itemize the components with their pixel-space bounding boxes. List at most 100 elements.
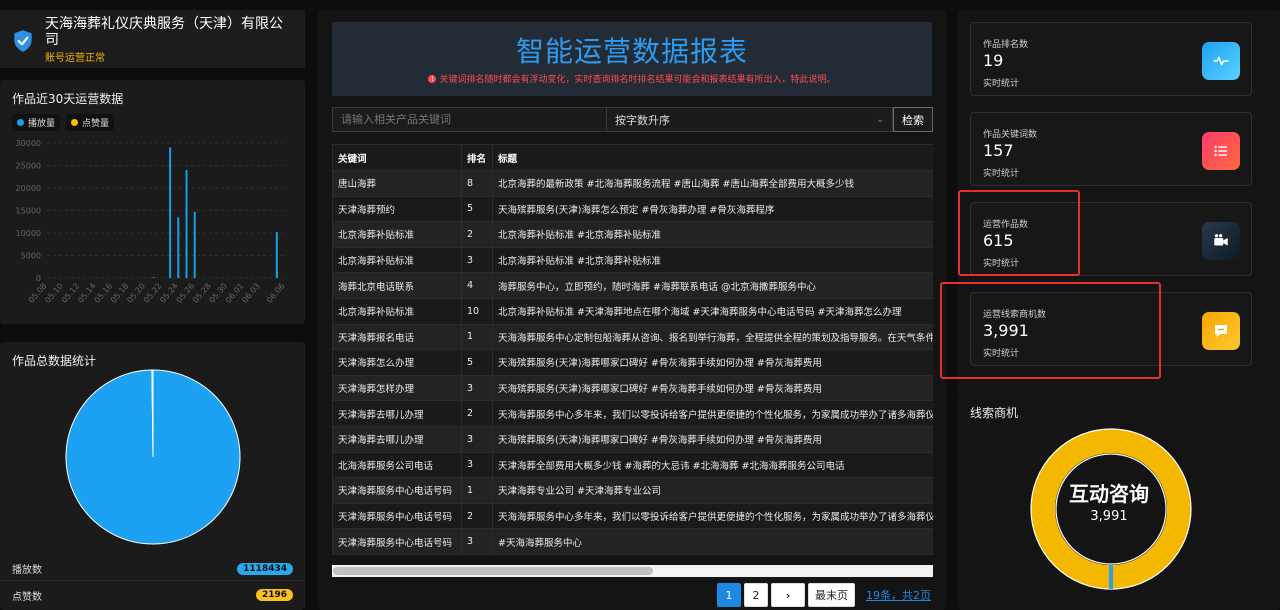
sort-select-value: 按字数升序 (615, 113, 670, 127)
search-button[interactable]: 检索 (893, 107, 933, 132)
y-tick-label: 20000 (16, 184, 41, 193)
keyword-cell: 天津海葬去哪儿办理 (332, 425, 462, 453)
metric-label: 作品关键词数 (983, 130, 1038, 140)
y-tick-label: 5000 (21, 252, 41, 261)
table-row[interactable]: 北京海葬补贴标准 10 北京海葬补贴标准 #天津海葬地点在哪个海域 #天津海葬服务中… (332, 297, 933, 325)
rank-cell: 1 (461, 477, 493, 504)
chevron-down-icon: ⌄ (876, 114, 884, 125)
bar (177, 217, 180, 278)
metric-card-ranked-works: 作品排名数 19 实时统计 (970, 22, 1252, 96)
total-stats-panel: 作品总数据统计 播放数 1118434 点赞数 2196 (0, 342, 305, 610)
activity-icon (1202, 42, 1240, 80)
title-cell: 海葬服务中心，立即预约，随时海葬 #海葬联系电话 @北京海撒葬服务中心 (492, 272, 933, 299)
y-tick-label: 30000 (16, 139, 41, 148)
rank-cell: 3 (461, 451, 493, 479)
account-status: 账号运营正常 (45, 53, 105, 64)
last-page-button[interactable]: 最末页 (808, 583, 855, 607)
sort-select[interactable]: 按字数升序 ⌄ (607, 107, 893, 132)
metric-value: 19 (983, 51, 1004, 70)
verified-shield-icon (14, 30, 32, 52)
keyword-cell: 天津海葬怎么办理 (332, 349, 462, 376)
metric-value: 157 (983, 141, 1014, 160)
metric-label: 作品排名数 (983, 40, 1029, 50)
stat-badge: 1118434 (237, 562, 293, 575)
company-header: 天海海葬礼仪庆典服务（天津）有限公司 账号运营正常 (0, 10, 305, 68)
rank-cell: 4 (461, 272, 493, 299)
y-tick-label: 25000 (16, 162, 41, 171)
stat-row-likes: 点赞数 2196 (0, 583, 305, 607)
rank-cell: 10 (461, 297, 493, 325)
rank-cell: 2 (461, 221, 493, 248)
table-row[interactable]: 天津海葬报名电话 1 天海海葬服务中心定制包船海葬从咨询、报名到举行海葬，全程提供全… (332, 323, 933, 351)
header-keyword: 关键词 (332, 144, 462, 171)
table-row[interactable]: 天津海葬服务中心电话号码 2 天海海葬服务中心多年来，我们以零投诉给客户提供更便捷的… (332, 502, 933, 530)
stat-badge: 2196 (255, 589, 293, 601)
stat-label: 播放数 (12, 565, 42, 576)
table-row[interactable]: 天津海葬去哪儿办理 2 天海海葬服务中心多年来，我们以零投诉给客户提供更便捷的个性化… (332, 400, 933, 427)
table-row[interactable]: 天津海葬怎么办理 5 天海殡葬服务(天津)海葬哪家口碑好 #骨灰海葬手续如何办理 #… (332, 349, 933, 376)
bar (275, 232, 278, 278)
bar (169, 147, 172, 278)
report-warning: ! 关键词排名随时都会有浮动变化，实时查询排名时排名结果可能会和报表结果有所出入… (332, 72, 932, 85)
table-row[interactable]: 天津海葬服务中心电话号码 3 #天海海葬服务中心 (332, 528, 933, 555)
y-tick-label: 10000 (16, 229, 41, 238)
donut-center-label: 互动咨询 3,991 (1040, 478, 1178, 524)
x-tick-label: 06.06 (265, 282, 287, 305)
scrollbar-thumb[interactable] (333, 567, 653, 575)
report-title: 智能运营数据报表 (515, 35, 748, 68)
table-row[interactable]: 海葬北京电话联系 4 海葬服务中心，立即预约，随时海葬 #海葬联系电话 @北京海撒葬… (332, 272, 933, 299)
table-header-row: 关键词 排名 标题 (332, 144, 933, 171)
table-row[interactable]: 天津海葬去哪儿办理 3 天海殡葬服务(天津)海葬哪家口碑好 #骨灰海葬手续如何办理 … (332, 425, 933, 453)
keyword-cell: 北京海葬补贴标准 (332, 297, 462, 325)
table-row[interactable]: 唐山海葬 8 北京海葬的最新政策 #北海海葬服务流程 #唐山海葬 #唐山海葬全部费用… (332, 170, 933, 197)
title-cell: 天海殡葬服务(天津)海葬哪家口碑好 #骨灰海葬手续如何办理 #骨灰海葬费用 (492, 374, 933, 402)
keyword-cell: 北海海葬服务公司电话 (332, 451, 462, 479)
table-row[interactable]: 北海海葬服务公司电话 3 天津海葬全部费用大概多少钱 #海葬的大忌讳 #北海海葬 #… (332, 451, 933, 479)
title-cell: 北京海葬补贴标准 #天津海葬地点在哪个海域 #天津海葬服务中心电话号码 #天津海… (492, 297, 933, 325)
donut-accent-slice (1109, 565, 1113, 589)
page-button-2[interactable]: 2 (744, 583, 768, 607)
title-cell: 天海海葬服务中心定制包船海葬从咨询、报名到举行海葬，全程提供全程的策划及指导服务… (492, 323, 933, 351)
keyword-cell: 唐山海葬 (332, 170, 462, 197)
title-cell: #天海海葬服务中心 (492, 528, 933, 555)
page-button-1[interactable]: 1 (717, 583, 741, 607)
list-icon (1202, 132, 1240, 170)
highlight-box-leads (940, 282, 1161, 379)
pagination: 1 2 › 最末页 19条，共2页 (717, 583, 931, 607)
warning-icon: ! (428, 74, 437, 83)
keyword-table-container: 关键词 排名 标题 唐山海葬 8 北京海葬的最新政策 #北海海葬服务流程 #唐山海葬… (332, 144, 933, 556)
keyword-cell: 天津海葬报名电话 (332, 323, 462, 351)
highlight-box-operated-works (958, 190, 1080, 276)
stat-row-plays: 播放数 1118434 (0, 557, 305, 581)
title-cell: 天海殡葬服务(天津)海葬哪家口碑好 #骨灰海葬手续如何办理 #骨灰海葬费用 (492, 349, 933, 376)
keyword-search-input[interactable] (332, 107, 607, 132)
chat-icon (1202, 312, 1240, 350)
table-horizontal-scrollbar[interactable] (332, 565, 933, 577)
table-row[interactable]: 天津海葬服务中心电话号码 1 天津海葬专业公司 #天津海葬专业公司 (332, 477, 933, 504)
keyword-cell: 天津海葬怎样办理 (332, 374, 462, 402)
table-row[interactable]: 北京海葬补贴标准 3 北京海葬补贴标准 #北京海葬补贴标准 (332, 246, 933, 274)
metric-card-keywords: 作品关键词数 157 实时统计 (970, 112, 1252, 186)
title-cell: 天海海葬服务中心多年来，我们以零投诉给客户提供更便捷的个性化服务，为家属成功举办… (492, 400, 933, 427)
keyword-table: 关键词 排名 标题 唐山海葬 8 北京海葬的最新政策 #北海海葬服务流程 #唐山海葬… (332, 144, 933, 555)
header-rank: 排名 (461, 144, 493, 171)
table-row[interactable]: 天津海葬怎样办理 3 天海殡葬服务(天津)海葬哪家口碑好 #骨灰海葬手续如何办理 #… (332, 374, 933, 402)
donut-label-text: 互动咨询 (1069, 482, 1149, 506)
dashboard: 天海海葬礼仪庆典服务（天津）有限公司 账号运营正常 作品近30天运营数据 播放量… (0, 0, 1280, 610)
operation-bar-chart: 05000100001500020000250003000005.0805.10… (16, 139, 287, 305)
metric-subtitle: 实时统计 (983, 79, 1020, 89)
pagination-info[interactable]: 19条，共2页 (866, 587, 931, 603)
bar (185, 170, 188, 278)
table-row[interactable]: 天津海葬预约 5 天海殡葬服务(天津)海葬怎么预定 #骨灰海葬办理 #骨灰海葬程序 (332, 195, 933, 223)
title-cell: 天海殡葬服务(天津)海葬哪家口碑好 #骨灰海葬手续如何办理 #骨灰海葬费用 (492, 425, 933, 453)
header-title: 标题 (492, 144, 933, 171)
title-cell: 天海海葬服务中心多年来，我们以零投诉给客户提供更便捷的个性化服务，为家属成功举办… (492, 502, 933, 530)
table-row[interactable]: 北京海葬补贴标准 2 北京海葬补贴标准 #北京海葬补贴标准 (332, 221, 933, 248)
rank-cell: 3 (461, 528, 493, 555)
next-page-button[interactable]: › (771, 583, 805, 607)
keyword-cell: 北京海葬补贴标准 (332, 221, 462, 248)
warning-text: 关键词排名随时都会有浮动变化，实时查询排名时排名结果可能会和报表结果有所出入，特… (439, 75, 836, 85)
operation-chart-panel: 作品近30天运营数据 播放量 点赞量 0 5000 10000 15000 20000 2… (0, 80, 305, 324)
bar (193, 211, 196, 278)
y-tick-label: 15000 (16, 207, 41, 216)
